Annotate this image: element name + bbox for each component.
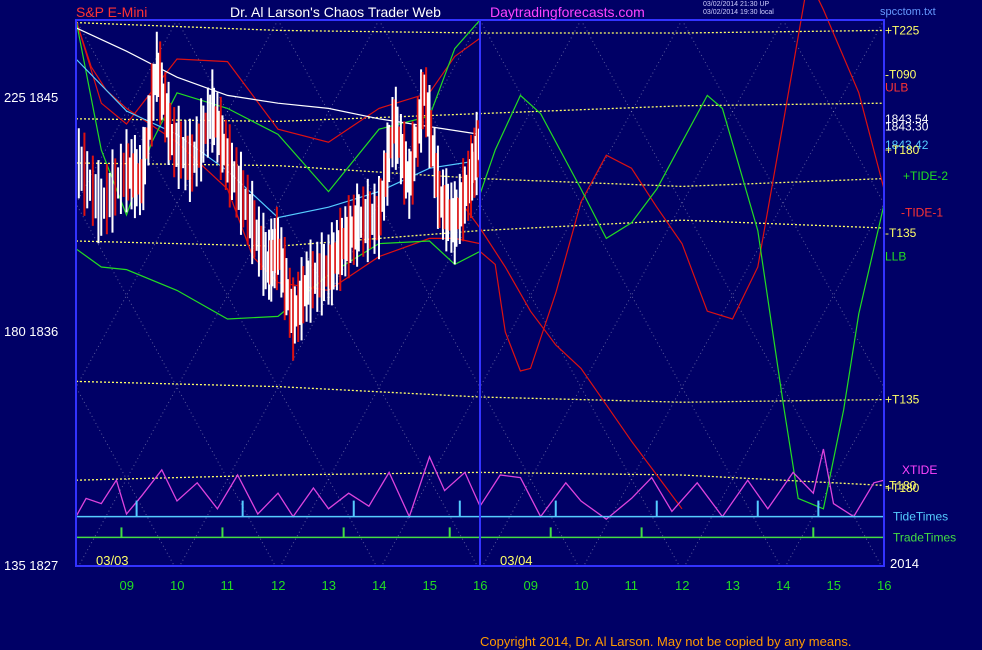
right-label: -T135: [885, 226, 917, 240]
y-tick-label: 135 1827: [4, 558, 58, 573]
x-tick-label: 16: [473, 578, 487, 593]
x-tick-label: 12: [675, 578, 689, 593]
diagonal-line: [684, 202, 884, 566]
copyright: Copyright 2014, Dr. Al Larson. May not b…: [480, 634, 852, 649]
timestamp-1: 03/02/2014 21:30 UP: [703, 1, 770, 8]
right-label: -T090: [885, 68, 917, 82]
right-label: +TIDE-2: [903, 169, 948, 183]
diagonal-line: [580, 20, 882, 566]
right-label: ULB: [885, 81, 908, 95]
diagonal-line: [78, 20, 380, 566]
right-label: -TIDE-1: [901, 205, 943, 219]
x-tick-label: 09: [120, 578, 134, 593]
x-tick-label: 15: [423, 578, 437, 593]
series-line: [479, 94, 885, 510]
x-tick-label: 13: [726, 578, 740, 593]
x-tick-label: 12: [271, 578, 285, 593]
date-label: 03/03: [96, 553, 129, 568]
right-label: +T180: [885, 143, 920, 157]
year-label: 2014: [890, 556, 919, 571]
y-tick-label: 180 1836: [4, 324, 58, 339]
x-tick-label: 14: [372, 578, 386, 593]
x-tick-label: 11: [625, 578, 639, 593]
diagonal-line: [583, 20, 884, 566]
chart-symbol: S&P E-Mini: [76, 4, 148, 20]
series-line: [479, 0, 885, 372]
right-label: TideTimes: [893, 510, 948, 524]
right-label: +T225: [885, 23, 920, 37]
chart: 225 1845 180 1836 135 1827 09 10 11 12 13 14 15 16…: [4, 0, 956, 593]
diagonal-line: [280, 20, 582, 566]
price-bars: [75, 31, 480, 361]
series-line: [454, 193, 683, 510]
site-link[interactable]: Daytradingforecasts.com: [490, 4, 645, 20]
x-tick-label: 09: [524, 578, 538, 593]
right-label: +T180: [885, 481, 920, 495]
date-label: 03/04: [500, 553, 533, 568]
diagonal-line: [479, 20, 781, 566]
diagonal-line: [782, 20, 884, 205]
file-name: spcctom.txt: [880, 6, 936, 18]
x-tick-label: 14: [776, 578, 790, 593]
timestamp-2: 03/02/2014 19:30 local: [703, 9, 774, 16]
chart-frame: [75, 19, 885, 567]
x-tick-label: 10: [170, 578, 184, 593]
chart-title: Dr. Al Larson's Chaos Trader Web: [230, 4, 441, 20]
diagonal-line: [681, 20, 884, 389]
right-label: +T135: [885, 393, 920, 407]
x-tick-label: 13: [322, 578, 336, 593]
right-label: LLB: [885, 250, 906, 264]
right-label: 1843.30: [885, 120, 929, 134]
x-tick-label: 15: [827, 578, 841, 593]
x-tick-label: 11: [221, 578, 235, 593]
right-label: XTIDE: [902, 463, 937, 477]
x-tick-label: 10: [574, 578, 588, 593]
diagonal-grid: [76, 20, 884, 566]
right-label: TradeTimes: [893, 530, 956, 544]
diagonal-line: [176, 20, 478, 566]
y-tick-label: 225 1845: [4, 90, 58, 105]
x-tick-label: 16: [877, 578, 891, 593]
